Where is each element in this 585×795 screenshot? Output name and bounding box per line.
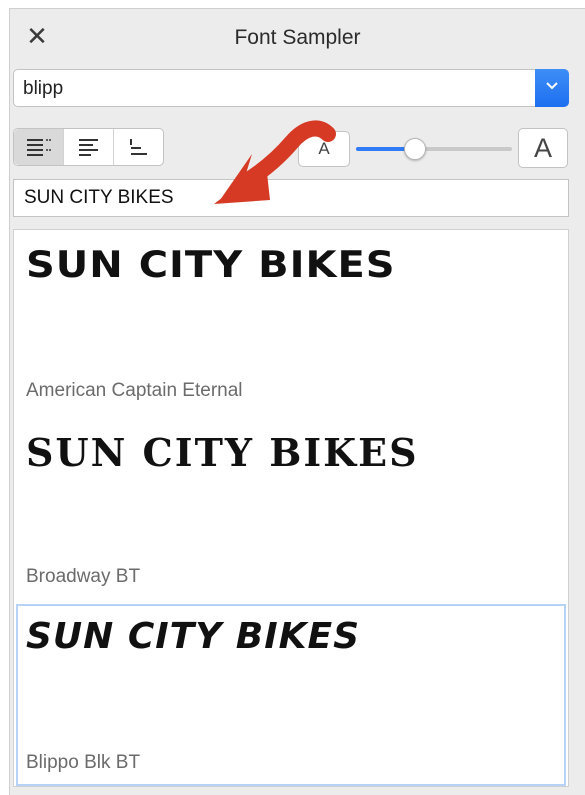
font-filter-dropdown[interactable]: blipp	[13, 69, 569, 107]
slider-knob[interactable]	[404, 138, 427, 160]
font-name-label: Blippo Blk BT	[26, 752, 141, 773]
panel-title: Font Sampler	[234, 26, 361, 49]
increase-size-button[interactable]: A	[518, 128, 568, 168]
font-sample-text: SUN CITY BIKES	[26, 244, 396, 287]
font-sample-text: SUN CITY BIKES	[26, 616, 361, 657]
chevron-down-icon[interactable]	[535, 69, 569, 107]
font-entry[interactable]: SUN CITY BIKES Broadway BT	[14, 416, 568, 602]
list-compact-icon[interactable]	[114, 129, 163, 165]
font-size-slider[interactable]	[356, 138, 512, 160]
font-name-label: Broadway BT	[26, 566, 141, 587]
font-filter-value: blipp	[23, 78, 64, 99]
sample-text-input[interactable]	[13, 179, 569, 217]
font-entry-selected[interactable]: SUN CITY BIKES Blippo Blk BT	[14, 602, 568, 786]
view-mode-selector	[13, 128, 164, 166]
font-sample-text: SUN CITY BIKES	[26, 430, 419, 475]
decrease-size-button[interactable]: A	[298, 131, 350, 167]
font-entry[interactable]: SUN CITY BIKES American Captain Eternal	[14, 230, 568, 416]
font-name-label: American Captain Eternal	[26, 380, 243, 401]
font-sample-list[interactable]: SUN CITY BIKES American Captain Eternal …	[13, 229, 569, 787]
list-detail-icon[interactable]	[14, 129, 64, 165]
title-bar: ✕ Font Sampler	[10, 9, 585, 67]
list-lines-icon[interactable]	[64, 129, 114, 165]
